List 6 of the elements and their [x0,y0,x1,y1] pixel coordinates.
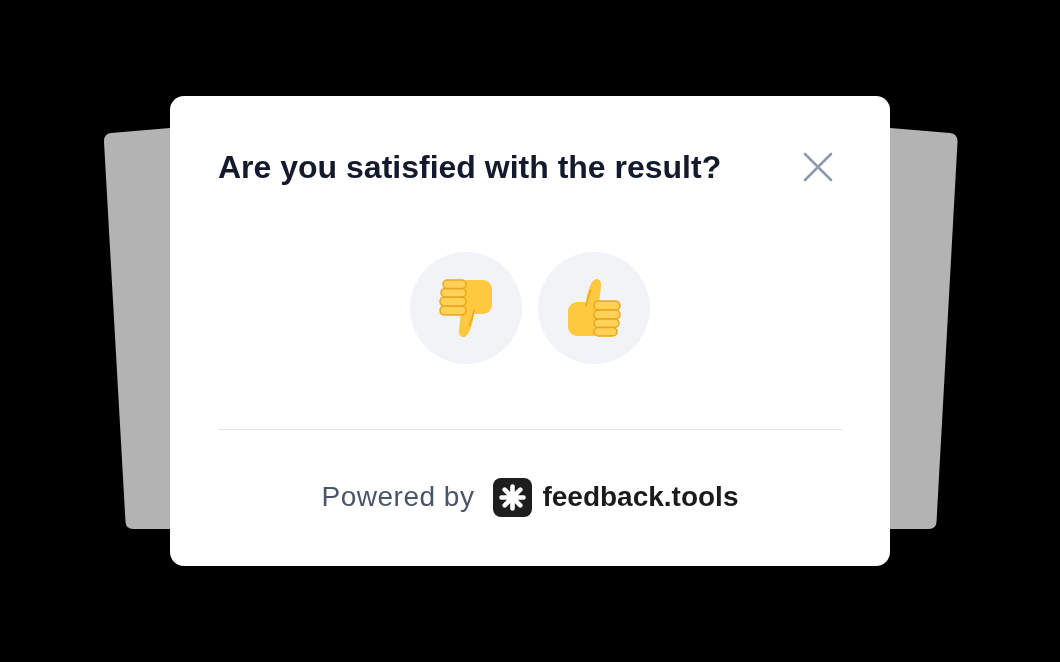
close-button[interactable] [803,152,833,182]
close-icon [803,152,833,182]
dialog-title: Are you satisfied with the result? [218,148,722,186]
brand-name: feedback.tools [542,480,739,514]
asterisk-logo-icon [493,477,533,517]
powered-by-text: Powered by [321,480,475,514]
